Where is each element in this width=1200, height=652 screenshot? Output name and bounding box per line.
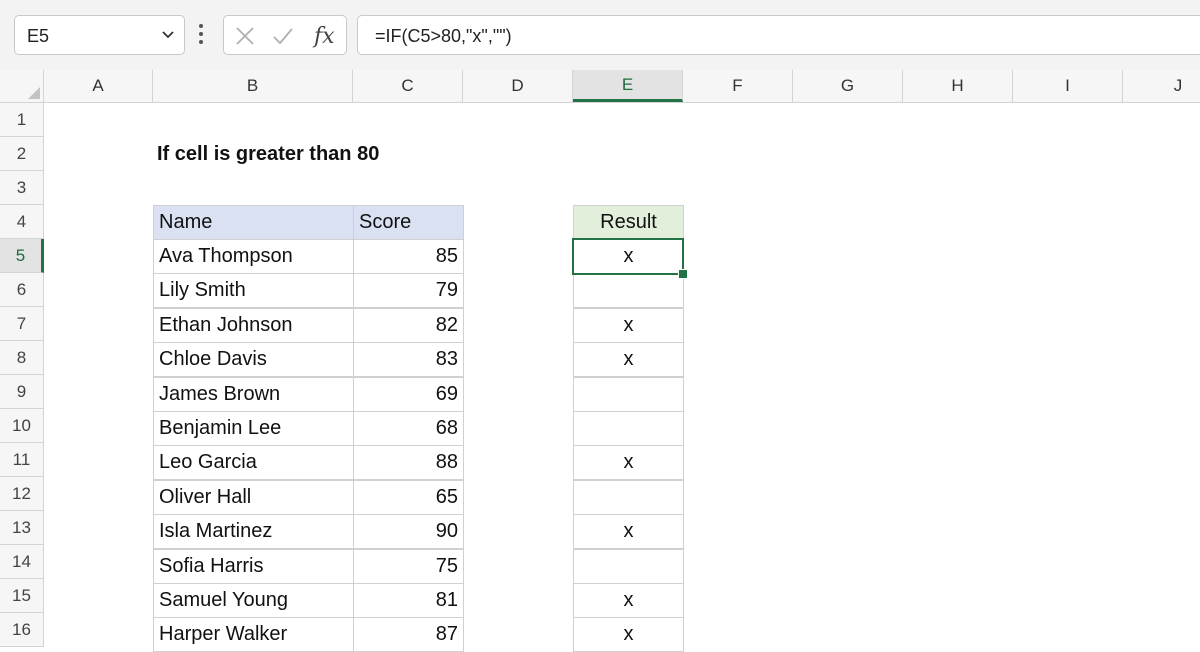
row-header-3[interactable]: 3 <box>0 171 44 205</box>
formula-bar: E5 fx =IF(C5>80,"x","") <box>0 0 1200 70</box>
result-cell[interactable] <box>573 480 684 515</box>
row-header-12[interactable]: 12 <box>0 477 44 511</box>
score-cell[interactable]: 79 <box>353 273 464 308</box>
insert-function-icon[interactable]: fx <box>312 22 342 50</box>
svg-text:fx: fx <box>312 24 335 49</box>
check-icon[interactable] <box>272 25 294 47</box>
name-cell[interactable]: James Brown <box>153 377 354 412</box>
row-header-8[interactable]: 8 <box>0 341 44 375</box>
name-box[interactable]: E5 <box>14 15 185 55</box>
selected-cell-outline <box>572 238 684 275</box>
result-cell[interactable]: x <box>573 514 684 549</box>
name-cell[interactable]: Isla Martinez <box>153 514 354 549</box>
column-header-f[interactable]: F <box>683 70 793 102</box>
score-cell[interactable]: 88 <box>353 445 464 480</box>
score-cell[interactable]: 85 <box>353 239 464 274</box>
column-header-d[interactable]: D <box>463 70 573 102</box>
result-cell[interactable]: x <box>573 308 684 343</box>
result-cell[interactable] <box>573 549 684 584</box>
name-cell[interactable]: Oliver Hall <box>153 480 354 515</box>
sheet-title[interactable]: If cell is greater than 80 <box>157 143 379 166</box>
row-header-5[interactable]: 5 <box>0 239 44 273</box>
score-cell[interactable]: 83 <box>353 342 464 377</box>
row-header-14[interactable]: 14 <box>0 545 44 579</box>
score-cell[interactable]: 81 <box>353 583 464 618</box>
row-header-6[interactable]: 6 <box>0 273 44 307</box>
column-header-i[interactable]: I <box>1013 70 1123 102</box>
row-header-16[interactable]: 16 <box>0 613 44 647</box>
column-header-a[interactable]: A <box>44 70 153 102</box>
result-cell[interactable]: x <box>573 583 684 618</box>
name-cell[interactable]: Ethan Johnson <box>153 308 354 343</box>
name-cell[interactable]: Leo Garcia <box>153 445 354 480</box>
result-cell[interactable] <box>573 273 684 308</box>
score-cell[interactable]: 65 <box>353 480 464 515</box>
result-cell[interactable] <box>573 377 684 412</box>
score-cell[interactable]: 69 <box>353 377 464 412</box>
formula-controls: fx <box>223 15 347 55</box>
row-header-9[interactable]: 9 <box>0 375 44 409</box>
header-result[interactable]: Result <box>573 205 684 240</box>
formula-input[interactable]: =IF(C5>80,"x","") <box>357 15 1200 55</box>
score-cell[interactable]: 87 <box>353 617 464 652</box>
select-all-button[interactable] <box>0 70 44 102</box>
name-cell[interactable]: Harper Walker <box>153 617 354 652</box>
score-cell[interactable]: 75 <box>353 549 464 584</box>
name-cell[interactable]: Chloe Davis <box>153 342 354 377</box>
score-cell[interactable]: 90 <box>353 514 464 549</box>
row-header-10[interactable]: 10 <box>0 409 44 443</box>
column-header-h[interactable]: H <box>903 70 1013 102</box>
column-header-c[interactable]: C <box>353 70 463 102</box>
more-vertical-icon[interactable] <box>199 24 203 48</box>
column-header-e[interactable]: E <box>573 70 683 102</box>
name-box-value: E5 <box>27 26 50 46</box>
column-header-g[interactable]: G <box>793 70 903 102</box>
score-cell[interactable]: 68 <box>353 411 464 446</box>
column-headers: A B C D E F G H I J <box>0 70 1200 103</box>
score-cell[interactable]: 82 <box>353 308 464 343</box>
cancel-icon[interactable] <box>234 25 256 47</box>
column-header-j[interactable]: J <box>1123 70 1200 102</box>
fill-handle[interactable] <box>678 269 688 279</box>
row-header-4[interactable]: 4 <box>0 205 44 239</box>
result-cell[interactable]: x <box>573 617 684 652</box>
row-header-2[interactable]: 2 <box>0 137 44 171</box>
name-cell[interactable]: Benjamin Lee <box>153 411 354 446</box>
header-score[interactable]: Score <box>353 205 464 240</box>
row-header-1[interactable]: 1 <box>0 103 44 137</box>
formula-text: =IF(C5>80,"x","") <box>375 26 512 46</box>
chevron-down-icon[interactable] <box>161 28 175 42</box>
result-cell[interactable]: x <box>573 445 684 480</box>
result-cell[interactable]: x <box>573 342 684 377</box>
name-cell[interactable]: Samuel Young <box>153 583 354 618</box>
result-cell[interactable] <box>573 411 684 446</box>
column-header-b[interactable]: B <box>153 70 353 102</box>
row-header-13[interactable]: 13 <box>0 511 44 545</box>
row-header-11[interactable]: 11 <box>0 443 44 477</box>
row-header-15[interactable]: 15 <box>0 579 44 613</box>
name-cell[interactable]: Ava Thompson <box>153 239 354 274</box>
header-name[interactable]: Name <box>153 205 354 240</box>
name-cell[interactable]: Sofia Harris <box>153 549 354 584</box>
name-cell[interactable]: Lily Smith <box>153 273 354 308</box>
row-header-7[interactable]: 7 <box>0 307 44 341</box>
